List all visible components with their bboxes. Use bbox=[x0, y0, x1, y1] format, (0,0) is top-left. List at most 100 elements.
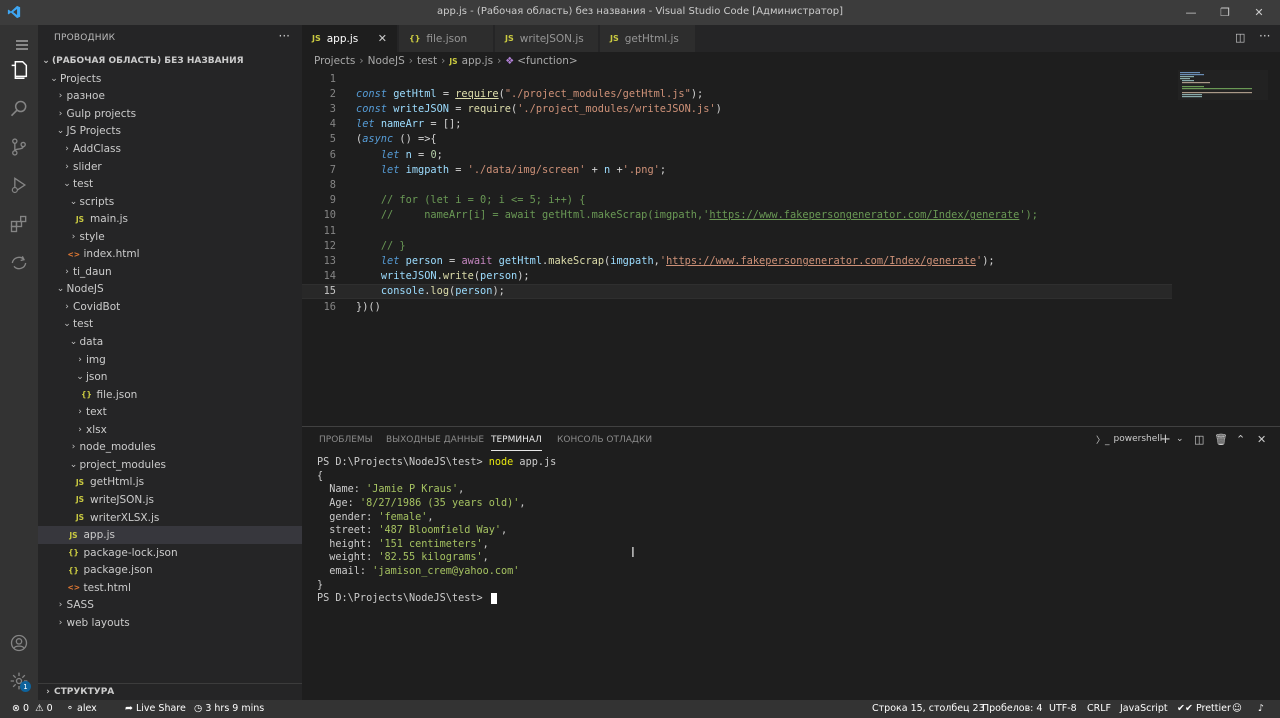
settings-gear-icon[interactable]: 1 bbox=[7, 669, 31, 693]
account-icon[interactable] bbox=[7, 631, 31, 655]
remote-explorer-icon[interactable] bbox=[7, 251, 31, 275]
tree-item[interactable]: › slider bbox=[38, 158, 302, 176]
tree-item[interactable]: JS getHtml.js bbox=[38, 474, 302, 492]
maximize-button[interactable]: ❐ bbox=[1208, 0, 1242, 25]
workspace-header[interactable]: ⌄ (РАБОЧАЯ ОБЛАСТЬ) БЕЗ НАЗВАНИЯ bbox=[38, 52, 302, 70]
tree-item[interactable]: › node_modules bbox=[38, 439, 302, 457]
tree-item[interactable]: <> index.html bbox=[38, 246, 302, 264]
chevron-down-icon: ⌄ bbox=[76, 372, 84, 383]
maximize-panel-icon[interactable]: ⌃ bbox=[1236, 431, 1245, 447]
problems-status[interactable]: ⊗ 0 ⚠ 0 bbox=[12, 703, 53, 714]
tree-item[interactable]: {} package.json bbox=[38, 561, 302, 579]
tree-item[interactable]: ⌄ json bbox=[38, 368, 302, 386]
close-window-button[interactable]: ✕ bbox=[1242, 0, 1276, 25]
more-actions-icon[interactable]: ··· bbox=[279, 29, 290, 43]
tab-gethtml-js[interactable]: JS getHtml.js bbox=[600, 25, 696, 52]
breadcrumb-item[interactable]: test bbox=[417, 55, 437, 67]
tree-item[interactable]: › Gulp projects bbox=[38, 105, 302, 123]
code-editor[interactable]: 1 2 const getHtml = require("./project_mod… bbox=[302, 70, 1280, 426]
tree-item[interactable]: ⌄ scripts bbox=[38, 193, 302, 211]
encoding[interactable]: UTF-8 bbox=[1049, 703, 1077, 714]
tree-item[interactable]: › AddClass bbox=[38, 140, 302, 158]
tab-terminal[interactable]: ТЕРМИНАЛ bbox=[491, 435, 542, 451]
tab-debug-console[interactable]: КОНСОЛЬ ОТЛАДКИ bbox=[557, 435, 652, 445]
tab-app-js[interactable]: JS app.js ✕ bbox=[302, 25, 398, 52]
run-debug-icon[interactable] bbox=[7, 173, 31, 197]
tab-writejson-js[interactable]: JS writeJSON.js bbox=[495, 25, 599, 52]
extensions-icon[interactable] bbox=[7, 212, 31, 236]
live-share-button[interactable]: ➦ Live Share bbox=[125, 703, 186, 714]
notifications-bell-icon[interactable]: ♪ bbox=[1258, 703, 1264, 714]
split-terminal-icon[interactable]: ◫ bbox=[1194, 431, 1204, 447]
tree-item[interactable]: › style bbox=[38, 228, 302, 246]
tree-item[interactable]: ⌄ data bbox=[38, 333, 302, 351]
chevron-down-icon: ⌄ bbox=[56, 284, 65, 295]
tree-item[interactable]: › разное bbox=[38, 88, 302, 106]
code-line: 3 const writeJSON = require('./project_mo… bbox=[302, 101, 1172, 116]
tree-item[interactable]: › web layouts bbox=[38, 614, 302, 632]
tree-item[interactable]: ⌄ NodeJS bbox=[38, 281, 302, 299]
editor-tabs: JS app.js ✕ {} file.json JS writeJSON.js… bbox=[302, 25, 1280, 52]
tree-item[interactable]: › ti_daun bbox=[38, 263, 302, 281]
tree-item[interactable]: {} package-lock.json bbox=[38, 544, 302, 562]
kill-terminal-icon[interactable]: 🗑 bbox=[1214, 431, 1228, 447]
terminal-output[interactable]: PS D:\Projects\NodeJS\test> node app.js{… bbox=[317, 456, 556, 606]
breadcrumb-item[interactable]: app.js bbox=[462, 55, 494, 67]
breadcrumb-item[interactable]: NodeJS bbox=[368, 55, 405, 67]
close-tab-icon[interactable]: ✕ bbox=[378, 32, 387, 45]
explorer-icon[interactable] bbox=[7, 58, 31, 82]
tab-output[interactable]: ВЫХОДНЫЕ ДАННЫЕ bbox=[386, 435, 484, 445]
source-control-icon[interactable] bbox=[7, 135, 31, 159]
split-editor-icon[interactable]: ◫ bbox=[1235, 31, 1245, 44]
close-panel-icon[interactable]: ✕ bbox=[1257, 431, 1266, 447]
tree-item[interactable]: ⌄ project_modules bbox=[38, 456, 302, 474]
breadcrumb-item[interactable]: Projects bbox=[314, 55, 355, 67]
tree-item-label: file.json bbox=[96, 388, 138, 401]
terminal-line: weight: '82.55 kilograms', bbox=[317, 552, 489, 564]
time-tracker[interactable]: ◷ 3 hrs 9 mins bbox=[194, 703, 264, 714]
tree-item[interactable]: › CovidBot bbox=[38, 298, 302, 316]
tab-problems[interactable]: ПРОБЛЕМЫ bbox=[319, 435, 373, 445]
chevron-right-icon: › bbox=[65, 266, 69, 277]
prettier-status[interactable]: ✔✔ Prettier bbox=[1177, 703, 1231, 714]
tree-item[interactable]: ⌄ JS Projects bbox=[38, 123, 302, 141]
tree-item[interactable]: <> test.html bbox=[38, 579, 302, 597]
outline-section[interactable]: › СТРУКТУРА bbox=[38, 683, 302, 700]
tree-item[interactable]: JS main.js bbox=[38, 210, 302, 228]
tree-item-label: index.html bbox=[83, 248, 140, 261]
breadcrumb-item[interactable]: <function> bbox=[517, 55, 578, 67]
terminal-selector[interactable]: 〉_ powershell bbox=[1096, 431, 1162, 447]
new-terminal-button[interactable]: + bbox=[1160, 431, 1171, 447]
tree-item[interactable]: JS app.js bbox=[38, 526, 302, 544]
menu-icon[interactable] bbox=[10, 33, 34, 57]
chevron-down-icon[interactable]: ⌄ bbox=[1176, 431, 1184, 447]
tree-item[interactable]: › img bbox=[38, 351, 302, 369]
tree-item[interactable]: › xlsx bbox=[38, 421, 302, 439]
tree-item[interactable]: JS writerXLSX.js bbox=[38, 509, 302, 527]
tree-item[interactable]: ⌄ Projects bbox=[38, 70, 302, 88]
more-editor-actions-icon[interactable]: ··· bbox=[1259, 29, 1270, 43]
cursor-position[interactable]: Строка 15, столбец 23 bbox=[872, 703, 985, 714]
user-status[interactable]: ⚬ alex bbox=[66, 703, 97, 714]
indentation[interactable]: Пробелов: 4 bbox=[982, 703, 1042, 714]
tree-item[interactable]: ⌄ test bbox=[38, 316, 302, 334]
tree-item-label: style bbox=[79, 230, 105, 243]
tree-item[interactable]: ⌄ test bbox=[38, 175, 302, 193]
code-line: 5 (async () =>{ bbox=[302, 132, 1172, 147]
tree-item[interactable]: {} file.json bbox=[38, 386, 302, 404]
tree-item[interactable]: › SASS bbox=[38, 597, 302, 615]
tree-item[interactable]: › text bbox=[38, 403, 302, 421]
feedback-icon[interactable]: ☺ bbox=[1232, 703, 1242, 714]
code-line: 9 // for (let i = 0; i <= 5; i++) { bbox=[302, 193, 1172, 208]
minimize-button[interactable]: — bbox=[1174, 0, 1208, 25]
minimap[interactable] bbox=[1178, 70, 1268, 100]
tree-item[interactable]: JS writeJSON.js bbox=[38, 491, 302, 509]
language-mode[interactable]: JavaScript bbox=[1120, 703, 1168, 714]
tree-item-label: json bbox=[86, 371, 108, 384]
search-icon[interactable] bbox=[7, 97, 31, 121]
tab-file-json[interactable]: {} file.json bbox=[399, 25, 494, 52]
code-line: 16})() bbox=[302, 299, 1172, 314]
terminal-line: Age: '8/27/1986 (35 years old)', bbox=[317, 498, 526, 510]
code-line: 1 bbox=[302, 71, 1172, 86]
line-ending[interactable]: CRLF bbox=[1087, 703, 1111, 714]
